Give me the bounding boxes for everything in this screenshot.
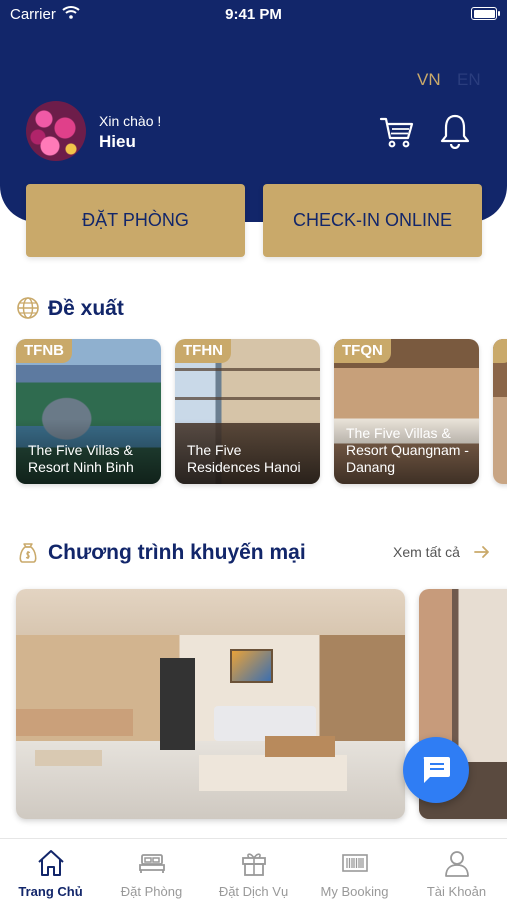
hotel-card[interactable]: TFQN The Five Villas & Resort Quangnam -…: [334, 339, 479, 484]
tab-home[interactable]: Trang Chủ: [0, 839, 101, 900]
cart-icon[interactable]: [379, 114, 415, 150]
battery-icon: [471, 7, 500, 20]
greeting-text: Xin chào !: [99, 113, 162, 129]
promo-card[interactable]: [16, 589, 405, 819]
book-room-button[interactable]: ĐẶT PHÒNG: [26, 184, 245, 257]
language-vn-toggle[interactable]: VN: [417, 70, 441, 90]
hotel-name: The Five Villas & Resort Ninh Binh: [28, 442, 134, 475]
section-title-promo: Chương trình khuyến mại: [48, 541, 306, 564]
tab-my-booking[interactable]: My Booking: [304, 839, 405, 900]
hotel-tag: TFHN: [175, 339, 231, 363]
hotel-tag: TFNB: [16, 339, 72, 363]
language-en-toggle[interactable]: EN: [457, 70, 481, 90]
tab-account[interactable]: Tài Khoản: [406, 839, 507, 900]
status-bar: Carrier 9:41 PM: [0, 0, 507, 28]
hotel-tag: TFQN: [334, 339, 391, 363]
chat-icon: [423, 757, 450, 783]
bell-icon[interactable]: [439, 113, 471, 149]
gift-icon: [242, 853, 266, 876]
tab-label: Đặt Phòng: [120, 884, 183, 899]
user-icon: [445, 851, 469, 877]
hotel-name: The Five Residences Hanoi: [187, 442, 301, 475]
home-screen: Carrier 9:41 PM VN EN Xin chào ! Hieu ĐẶ…: [0, 0, 507, 900]
tab-book-room[interactable]: Đặt Phòng: [101, 839, 202, 900]
checkin-online-button[interactable]: CHECK-IN ONLINE: [263, 184, 482, 257]
tab-label: Tài Khoản: [426, 884, 487, 899]
home-icon: [38, 850, 64, 876]
barcode-icon: [342, 854, 368, 872]
tab-label: Đặt Dịch Vụ: [218, 884, 289, 899]
chat-button[interactable]: [403, 737, 469, 803]
globe-icon: [17, 297, 39, 319]
hotel-tag-partial: [493, 339, 507, 363]
clock: 9:41 PM: [225, 6, 282, 23]
see-all-link[interactable]: Xem tất cả: [393, 544, 460, 560]
username: Hieu: [99, 132, 136, 151]
hotel-card[interactable]: TFNB The Five Villas & Resort Ninh Binh: [16, 339, 161, 484]
promo-bag-icon: [19, 543, 37, 563]
tab-label: Trang Chủ: [18, 884, 83, 899]
arrow-right-icon[interactable]: [474, 545, 490, 559]
hotel-card-partial[interactable]: [493, 339, 507, 484]
hotel-name: The Five Villas & Resort Quangnam - Dana…: [346, 425, 469, 475]
avatar[interactable]: [26, 101, 86, 161]
tab-label: My Booking: [320, 884, 389, 899]
bed-icon: [139, 854, 165, 873]
section-title-suggest: Đề xuất: [48, 297, 124, 320]
hotel-card[interactable]: TFHN The Five Residences Hanoi: [175, 339, 320, 484]
bottom-tab-bar: Trang Chủ Đặt Phòng Đặt Dịch Vụ My Booki…: [0, 838, 507, 900]
tab-book-service[interactable]: Đặt Dịch Vụ: [203, 839, 304, 900]
